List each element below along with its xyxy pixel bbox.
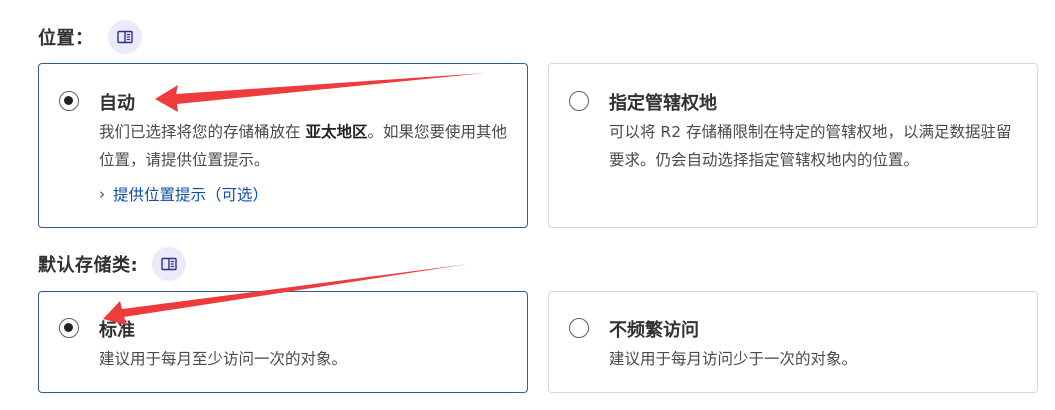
option-title-auto: 自动 xyxy=(99,93,135,114)
option-title-infrequent: 不频繁访问 xyxy=(609,320,699,341)
option-desc-infrequent: 建议用于每月访问少于一次的对象。 xyxy=(609,350,858,368)
radio-dot xyxy=(64,96,73,105)
desc-prefix: 我们已选择将您的存储桶放在 xyxy=(99,123,306,141)
option-desc-standard: 建议用于每月至少访问一次的对象。 xyxy=(99,350,348,368)
location-docs-button[interactable] xyxy=(107,20,142,54)
storage-class-label: 默认存储类: xyxy=(38,255,139,276)
storage-option-standard[interactable]: 标准 建议用于每月至少访问一次的对象。 xyxy=(38,291,528,393)
radio-auto[interactable] xyxy=(59,91,79,111)
r2-bucket-settings: 位置： 自动 我们已选择将您的存储桶放在 亚太地区。如果您要使用其他位置，请提供… xyxy=(0,0,1055,410)
location-section-label: 位置： xyxy=(38,20,142,54)
option-desc-auto: 我们已选择将您的存储桶放在 亚太地区。如果您要使用其他位置，请提供位置提示。 xyxy=(99,118,509,174)
location-option-jurisdiction[interactable]: 指定管辖权地 可以将 R2 存储桶限制在特定的管辖权地，以满足数据驻留要求。仍会… xyxy=(548,63,1038,228)
radio-jurisdiction[interactable] xyxy=(569,91,589,111)
option-title-jurisdiction: 指定管辖权地 xyxy=(609,93,717,114)
radio-dot xyxy=(64,323,73,332)
option-desc-jurisdiction: 可以将 R2 存储桶限制在特定的管辖权地，以满足数据驻留要求。仍会自动选择指定管… xyxy=(609,123,1012,169)
radio-standard[interactable] xyxy=(59,318,79,338)
location-hint-label: 提供位置提示（可选） xyxy=(113,186,269,204)
radio-infrequent[interactable] xyxy=(569,318,589,338)
desc-region: 亚太地区 xyxy=(305,123,368,141)
book-icon xyxy=(116,30,133,44)
option-title-standard: 标准 xyxy=(99,320,135,341)
storage-class-section-label: 默认存储类: xyxy=(38,247,187,281)
location-label: 位置： xyxy=(38,28,94,49)
storage-option-infrequent[interactable]: 不频繁访问 建议用于每月访问少于一次的对象。 xyxy=(548,291,1038,393)
book-icon xyxy=(161,257,177,271)
location-hint-link[interactable]: › 提供位置提示（可选） xyxy=(99,183,268,205)
storage-class-docs-button[interactable] xyxy=(152,247,187,281)
chevron-right-icon: › xyxy=(99,185,105,203)
location-option-auto[interactable]: 自动 我们已选择将您的存储桶放在 亚太地区。如果您要使用其他位置，请提供位置提示… xyxy=(38,63,528,228)
